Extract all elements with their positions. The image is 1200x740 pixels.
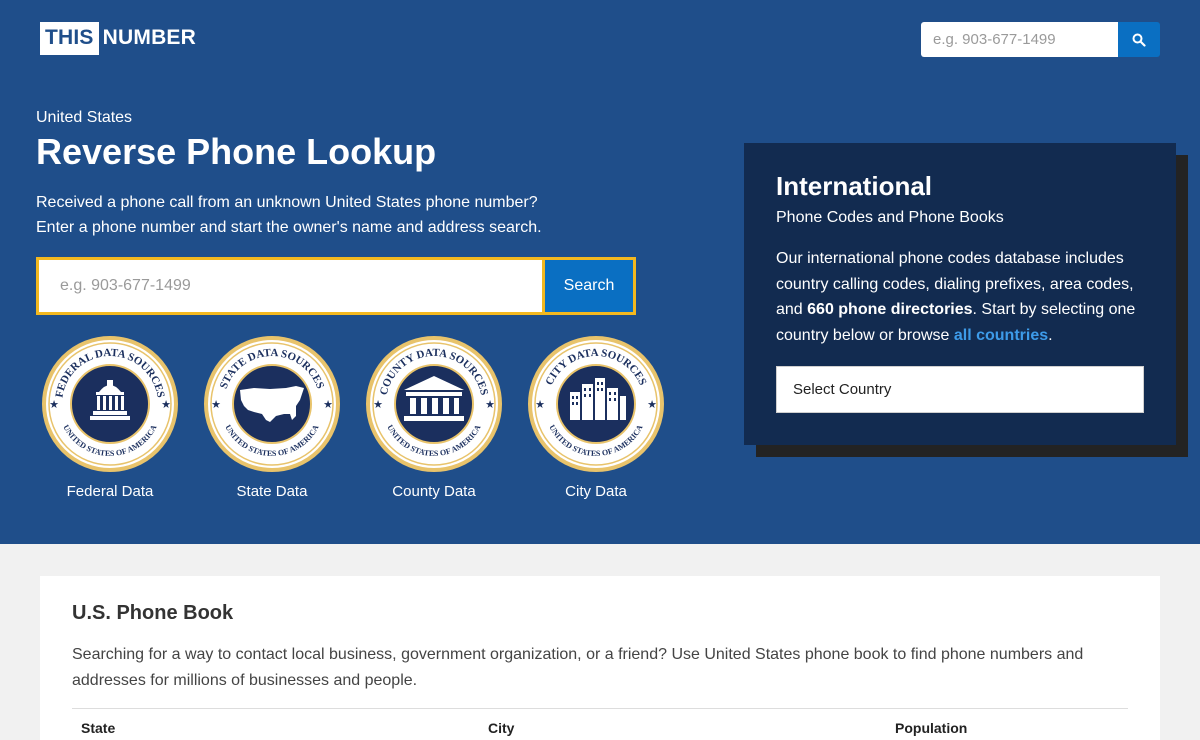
international-title: International xyxy=(776,171,933,201)
seal-label: City Data xyxy=(565,483,627,500)
federal-data-link[interactable]: FEDERAL DATA SOURCES UNITED STATES OF AM… xyxy=(40,336,180,500)
international-panel: International Phone Codes and Phone Book… xyxy=(744,143,1176,445)
hero-description-line-1: Received a phone call from an unknown Un… xyxy=(36,194,538,211)
city-data-link[interactable]: CITY DATA SOURCES UNITED STATES OF AMERI… xyxy=(526,336,666,500)
state-data-link[interactable]: STATE DATA SOURCES UNITED STATES OF AMER… xyxy=(202,336,342,500)
header-search-input[interactable] xyxy=(921,22,1118,57)
international-subtitle: Phone Codes and Phone Books xyxy=(776,209,1004,226)
phone-search-input[interactable] xyxy=(39,260,542,312)
svg-text:★: ★ xyxy=(373,399,383,411)
site-logo[interactable]: THIS NUMBER xyxy=(40,22,196,55)
all-countries-link[interactable]: all countries xyxy=(954,327,1048,344)
city-seal: CITY DATA SOURCES UNITED STATES OF AMERI… xyxy=(528,336,664,472)
intl-text-bold: 660 phone directories xyxy=(807,301,973,318)
federal-seal: FEDERAL DATA SOURCES UNITED STATES OF AM… xyxy=(42,336,178,472)
hero-description: Received a phone call from an unknown Un… xyxy=(36,190,596,240)
county-seal: COUNTY DATA SOURCES UNITED STATES OF AME… xyxy=(366,336,502,472)
seal-label: State Data xyxy=(236,483,308,500)
table-header: State City Population xyxy=(72,708,1128,740)
international-description: Our international phone codes database i… xyxy=(776,246,1144,348)
svg-text:★: ★ xyxy=(211,399,221,411)
country-select[interactable]: Select Country xyxy=(776,366,1144,413)
logo-rest-text: NUMBER xyxy=(102,26,197,49)
phone-book-description: Searching for a way to contact local bus… xyxy=(72,646,1084,689)
intl-text-end: . xyxy=(1048,326,1053,344)
svg-text:★: ★ xyxy=(161,399,171,411)
state-seal: STATE DATA SOURCES UNITED STATES OF AMER… xyxy=(204,336,340,472)
column-header-state[interactable]: State xyxy=(81,720,488,736)
column-header-city[interactable]: City xyxy=(488,720,895,736)
logo-box-text: THIS xyxy=(40,22,99,55)
svg-text:★: ★ xyxy=(647,399,657,411)
column-header-population[interactable]: Population xyxy=(895,720,967,736)
seal-label: Federal Data xyxy=(66,483,154,500)
page-title: Reverse Phone Lookup xyxy=(36,131,437,172)
seal-label: County Data xyxy=(392,483,476,500)
svg-text:★: ★ xyxy=(323,399,333,411)
phone-book-title: U.S. Phone Book xyxy=(72,602,234,624)
header-search-button[interactable] xyxy=(1118,22,1160,57)
country-eyebrow: United States xyxy=(36,109,133,126)
svg-text:★: ★ xyxy=(49,399,59,411)
hero-description-line-2: Enter a phone number and start the owner… xyxy=(36,219,542,236)
hero-section: THIS NUMBER United States Reverse Phone … xyxy=(0,0,1200,544)
header-search xyxy=(921,22,1160,57)
search-button[interactable]: Search xyxy=(542,260,633,312)
svg-text:★: ★ xyxy=(485,399,495,411)
search-icon xyxy=(1132,33,1146,47)
phone-book-card: U.S. Phone Book Searching for a way to c… xyxy=(40,576,1160,740)
county-data-link[interactable]: COUNTY DATA SOURCES UNITED STATES OF AME… xyxy=(364,336,504,500)
main-search: Search xyxy=(36,257,636,315)
svg-text:★: ★ xyxy=(535,399,545,411)
